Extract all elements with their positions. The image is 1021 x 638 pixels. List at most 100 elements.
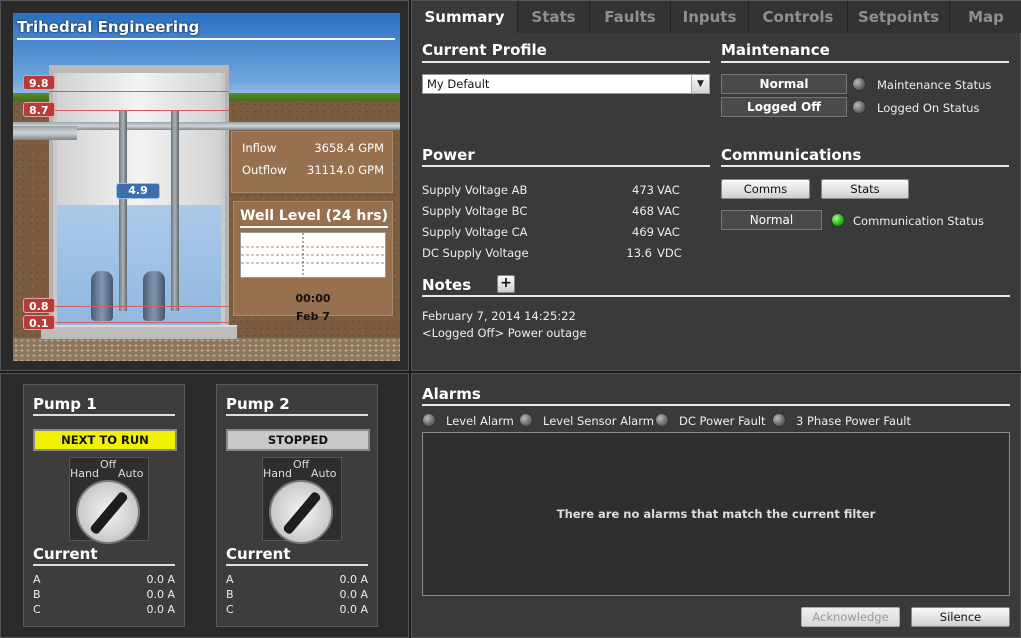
pump1-title: Pump 1 bbox=[33, 395, 97, 413]
power-value-bc: 468 bbox=[632, 204, 654, 218]
level-marker-low: 0.8 bbox=[23, 298, 55, 313]
comms-button[interactable]: Comms bbox=[721, 179, 810, 199]
alarms-rule bbox=[422, 404, 1010, 406]
tab-faults[interactable]: Faults bbox=[590, 1, 671, 33]
pump2-hand-label: Hand bbox=[263, 467, 292, 480]
maintenance-status-led-icon bbox=[852, 77, 866, 91]
phase-current: 0.0 A bbox=[146, 573, 175, 586]
phase-label: A bbox=[226, 573, 234, 586]
level-sensor-alarm-led-icon bbox=[519, 413, 533, 427]
phase-current: 0.0 A bbox=[339, 588, 368, 601]
notes-rule bbox=[422, 295, 1010, 297]
phase-current: 0.0 A bbox=[339, 573, 368, 586]
power-unit-bc: VAC bbox=[657, 204, 680, 218]
communication-status-value[interactable]: Normal bbox=[721, 210, 822, 230]
power-value-dc: 13.6 bbox=[626, 246, 652, 260]
pump2-title-rule bbox=[226, 414, 368, 416]
notes-title: Notes bbox=[422, 276, 472, 294]
note-timestamp: February 7, 2014 14:25:22 bbox=[422, 309, 576, 323]
power-label-bc: Supply Voltage BC bbox=[422, 204, 528, 218]
pump1-off-label: Off bbox=[100, 458, 117, 471]
logon-status-value[interactable]: Logged Off bbox=[721, 97, 847, 117]
pump1-current-rule bbox=[33, 564, 175, 566]
level-line-low bbox=[49, 306, 229, 307]
power-label-ab: Supply Voltage AB bbox=[422, 183, 528, 197]
pump2-card: Pump 2 STOPPED Off Hand Auto Current A 0… bbox=[216, 384, 378, 627]
well-slab bbox=[41, 325, 237, 339]
profile-select[interactable]: My Default ▼ bbox=[422, 74, 710, 94]
tab-controls[interactable]: Controls bbox=[749, 1, 848, 33]
pump1-current-row-c: C 0.0 A bbox=[33, 603, 175, 616]
note-text: <Logged Off> Power outage bbox=[422, 326, 587, 340]
station-panel: 9.8 8.7 0.8 0.1 4.9 Trihedral Engineerin… bbox=[0, 0, 409, 371]
pumps-panel: Pump 1 NEXT TO RUN Off Hand Auto Current… bbox=[0, 373, 409, 638]
tab-map[interactable]: Map bbox=[950, 1, 1021, 33]
filter-dc-power-fault[interactable]: DC Power Fault bbox=[679, 414, 766, 428]
wet-well-graphic: 9.8 8.7 0.8 0.1 4.9 Trihedral Engineerin… bbox=[13, 13, 400, 361]
pump2-auto-label: Auto bbox=[311, 467, 337, 480]
outflow-label: Outflow bbox=[242, 163, 287, 177]
pump2-riser-pipe bbox=[171, 111, 179, 311]
power-unit-ca: VAC bbox=[657, 225, 680, 239]
trend-time-label: 00:00 bbox=[295, 292, 331, 305]
current-profile-rule bbox=[422, 61, 710, 63]
stats-button[interactable]: Stats bbox=[821, 179, 909, 199]
pump1-hand-off-auto-switch[interactable]: Off Hand Auto bbox=[69, 457, 149, 544]
well-level-trend-box[interactable]: Well Level (24 hrs) 00:00 Feb 7 bbox=[233, 201, 393, 323]
phase-current: 0.0 A bbox=[146, 588, 175, 601]
chevron-down-icon[interactable]: ▼ bbox=[691, 75, 709, 93]
communication-status-label: Communication Status bbox=[853, 214, 984, 228]
pump1-state-indicator: NEXT TO RUN bbox=[33, 429, 177, 451]
alarm-list[interactable]: There are no alarms that match the curre… bbox=[422, 432, 1010, 596]
level-line-high-high bbox=[49, 91, 229, 92]
phase-label: C bbox=[33, 603, 41, 616]
inflow-row: Inflow 3658.4 GPM bbox=[242, 141, 384, 155]
tab-inputs[interactable]: Inputs bbox=[671, 1, 749, 33]
level-marker-low-low: 0.1 bbox=[23, 315, 55, 330]
summary-panel: Summary Stats Faults Inputs Controls Set… bbox=[411, 0, 1021, 371]
pump2-current-title: Current bbox=[226, 545, 291, 563]
trend-date-label: Feb 7 bbox=[296, 310, 330, 323]
communications-rule bbox=[721, 165, 1009, 167]
well-level-title: Well Level (24 hrs) bbox=[240, 208, 388, 224]
pump1-selector-knob-icon[interactable] bbox=[76, 480, 140, 544]
current-profile-title: Current Profile bbox=[422, 41, 547, 59]
alarms-panel: Alarms Level Alarm Level Sensor Alarm DC… bbox=[411, 373, 1021, 638]
pump1-auto-label: Auto bbox=[118, 467, 144, 480]
silence-button[interactable]: Silence bbox=[911, 607, 1010, 627]
phase-label: C bbox=[226, 603, 234, 616]
pump2-hand-off-auto-switch[interactable]: Off Hand Auto bbox=[262, 457, 342, 544]
maintenance-status-value[interactable]: Normal bbox=[721, 74, 847, 94]
pump2-current-row-b: B 0.0 A bbox=[226, 588, 368, 601]
filter-level-sensor-alarm[interactable]: Level Sensor Alarm bbox=[543, 414, 654, 428]
tab-setpoints[interactable]: Setpoints bbox=[848, 1, 950, 33]
alarms-title: Alarms bbox=[422, 385, 481, 403]
filter-3-phase-power-fault[interactable]: 3 Phase Power Fault bbox=[796, 414, 911, 428]
pump2-icon bbox=[143, 271, 165, 321]
logon-status-label: Logged On Status bbox=[877, 101, 980, 115]
well-level-trend-chart[interactable] bbox=[240, 232, 386, 278]
outflow-value: 31114.0 GPM bbox=[307, 163, 384, 177]
tab-stats[interactable]: Stats bbox=[518, 1, 590, 33]
pump1-riser-pipe bbox=[119, 111, 127, 311]
level-marker-high-high: 9.8 bbox=[23, 75, 55, 90]
pump1-hand-label: Hand bbox=[70, 467, 99, 480]
power-unit-dc: VDC bbox=[657, 246, 682, 260]
outflow-row: Outflow 31114.0 GPM bbox=[242, 163, 384, 177]
profile-select-value: My Default bbox=[427, 77, 490, 91]
current-level-badge: 4.9 bbox=[116, 183, 160, 199]
communication-status-led-icon bbox=[831, 213, 845, 227]
dc-power-fault-led-icon bbox=[655, 413, 669, 427]
maintenance-status-label: Maintenance Status bbox=[877, 78, 992, 92]
tab-bar: Summary Stats Faults Inputs Controls Set… bbox=[412, 1, 1021, 33]
power-label-ca: Supply Voltage CA bbox=[422, 225, 528, 239]
maintenance-rule bbox=[721, 61, 1009, 63]
pump2-selector-knob-icon[interactable] bbox=[269, 480, 333, 544]
filter-level-alarm[interactable]: Level Alarm bbox=[446, 414, 514, 428]
acknowledge-button[interactable]: Acknowledge bbox=[801, 607, 900, 627]
plus-icon[interactable]: + bbox=[497, 275, 515, 293]
tab-summary[interactable]: Summary bbox=[412, 1, 518, 33]
pump1-card: Pump 1 NEXT TO RUN Off Hand Auto Current… bbox=[23, 384, 185, 627]
phase-label: B bbox=[33, 588, 41, 601]
trend-grid bbox=[241, 233, 385, 277]
